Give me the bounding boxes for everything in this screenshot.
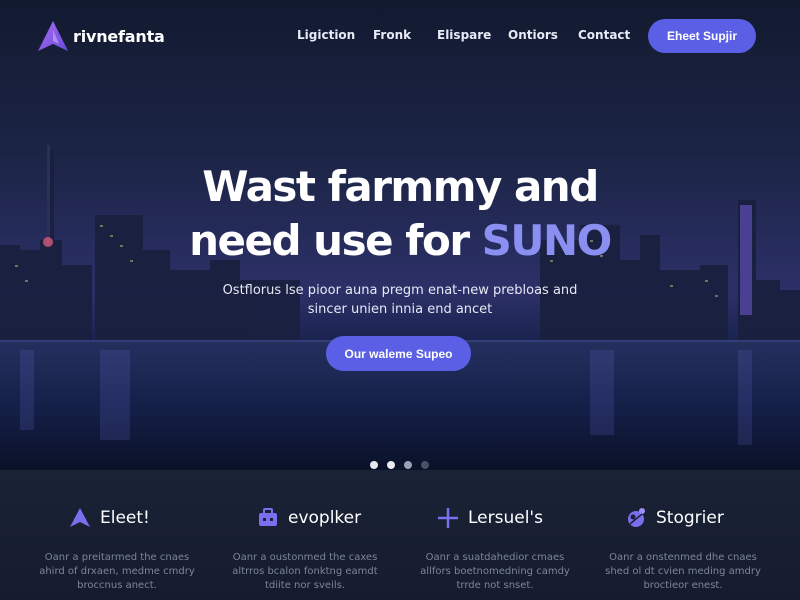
hero-title-accent: SUNO [481,216,613,265]
carousel-dot-1[interactable] [370,461,378,469]
hero-title: Wast farmmy and need use for SUNO [0,160,800,268]
feature-title-2: evoplker [288,508,362,528]
feature-card-3: Lersuel's Oanr a suatdahedior cmaes allf… [400,470,590,600]
hero-section: rivnefanta Ligiction Fronk Elispare Onti… [0,0,800,470]
triangle-logo-icon [38,21,68,51]
briefcase-icon [259,508,277,526]
carousel-dot-3[interactable] [404,461,412,469]
brand-logo[interactable]: rivnefanta [35,18,165,54]
nav-link-4[interactable]: Ontiors [508,28,558,42]
feature-card-1: Eleet! Oanr a preitarmed the cnaes ahird… [22,470,212,600]
feature-card-4: Stogrier Oanr a onstenmed dhe cnaes shed… [588,470,778,600]
globe-icon [628,508,645,527]
feature-desc-1: Oanr a preitarmed the cnaes ahird of drx… [39,552,195,591]
feature-title-3: Lersuel's [468,508,543,528]
hero-title-line2: need use for [189,216,482,265]
nav-cta-button[interactable]: Eheet Supjir [648,19,756,53]
feature-desc-2: Oanr a oustonmed the caxes altrros bcalo… [232,552,378,591]
nav-link-contact[interactable]: Contact [578,28,630,42]
feature-card-2: evoplker Oanr a oustonmed the caxes altr… [210,470,400,600]
feature-desc-4: Oanr a onstenmed dhe cnaes shed ol dt cv… [605,552,761,591]
nav-link-1[interactable]: Ligiction [297,28,355,42]
feature-title-4: Stogrier [656,508,724,528]
feature-desc-3: Oanr a suatdahedior cmaes allfors boetno… [420,552,570,591]
brand-name: rivnefanta [73,26,165,46]
nav-link-3[interactable]: Elispare [437,28,491,42]
hero-subtitle-line1: Ostflorus lse pioor auna pregm enat-new … [222,283,578,298]
hero-subtitle: Ostflorus lse pioor auna pregm enat-new … [200,281,600,319]
nav-link-2[interactable]: Fronk [373,28,411,42]
hero-cta-button[interactable]: Our waleme Supeo [326,336,471,371]
hero-subtitle-line2: sincer unien innia end ancet [307,302,493,317]
crosshair-icon [438,508,458,528]
carousel-dot-2[interactable] [387,461,395,469]
triangle-icon [70,508,90,527]
carousel-dot-4[interactable] [421,461,429,469]
features-section: Eleet! Oanr a preitarmed the cnaes ahird… [0,470,800,600]
hero-title-line1: Wast farmmy and [202,162,599,211]
feature-title-1: Eleet! [100,508,150,528]
carousel-dots [370,461,429,469]
top-navbar: rivnefanta Ligiction Fronk Elispare Onti… [0,0,800,72]
